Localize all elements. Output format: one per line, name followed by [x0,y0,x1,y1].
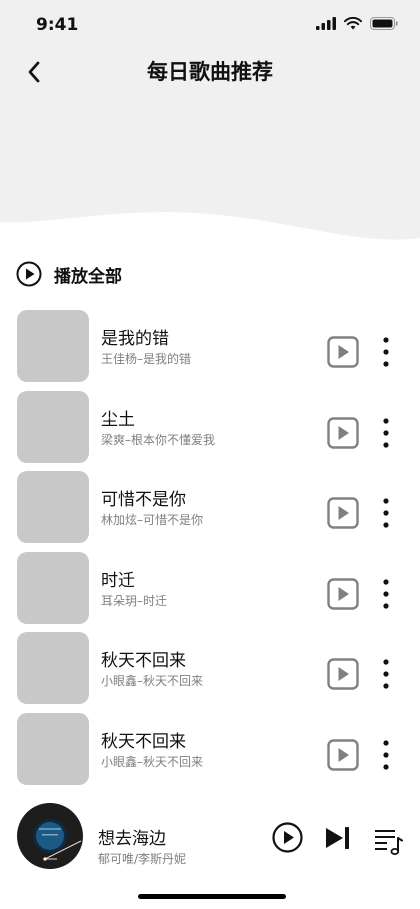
playlist-icon[interactable] [373,826,403,856]
song-row[interactable]: 可惜不是你 林加炫–可惜不是你 [0,471,420,552]
play-square-icon[interactable] [327,336,359,368]
more-vertical-icon[interactable] [378,658,394,690]
more-vertical-icon[interactable] [378,497,394,529]
player-song-title: 想去海边 [98,829,166,849]
song-row[interactable]: 是我的错 王佳杨–是我的错 [0,310,420,391]
play-square-icon[interactable] [327,658,359,691]
song-subtitle: 林加炫–可惜不是你 [101,513,204,528]
more-vertical-icon[interactable] [378,417,394,449]
song-subtitle: 小眼鑫–秋天不回来 [101,754,204,769]
mini-player[interactable]: 想去海边 郁可唯/李斯丹妮 [0,800,420,872]
song-cover [17,551,89,624]
song-cover [17,390,89,463]
song-title: 秋天不回来 [101,731,186,752]
play-square-icon[interactable] [327,497,359,529]
song-subtitle: 王佳杨–是我的错 [101,352,192,366]
song-subtitle: 小眼鑫–秋天不回来 [101,674,204,689]
album-disc[interactable] [17,803,83,869]
song-subtitle: 耳朵玥–时迁 [101,593,168,608]
play-square-icon[interactable] [327,578,359,610]
song-cover [17,632,89,705]
chevron-left-icon [28,61,40,83]
play-all-button[interactable]: 播放全部 [16,259,122,289]
play-all-label: 播放全部 [54,266,122,287]
home-indicator [138,894,286,899]
back-button[interactable] [18,56,50,88]
play-circle-icon[interactable] [272,822,303,853]
battery-icon [370,17,398,30]
song-title: 时迁 [101,570,135,591]
song-cover [17,712,89,785]
play-square-icon[interactable] [327,739,359,771]
status-time: 9:41 [36,15,79,35]
status-bar: 9:41 [0,0,420,50]
album-art [18,804,82,868]
song-title: 尘土 [101,409,135,430]
song-title: 是我的错 [101,329,169,349]
more-vertical-icon[interactable] [378,739,394,771]
song-row[interactable]: 时迁 耳朵玥–时迁 [0,551,420,633]
song-row[interactable]: 秋天不回来 小眼鑫–秋天不回来 [0,632,420,713]
more-vertical-icon[interactable] [378,336,394,368]
play-circle-icon [16,261,42,287]
song-title: 秋天不回来 [101,651,186,672]
skip-next-icon[interactable] [324,826,352,850]
cellular-signal-icon [316,17,336,30]
song-cover [17,310,89,382]
player-artist: 郁可唯/李斯丹妮 [98,852,187,866]
song-title: 可惜不是你 [101,490,186,511]
more-vertical-icon[interactable] [378,578,394,610]
play-square-icon[interactable] [327,416,359,449]
song-cover [17,471,89,544]
song-list: 是我的错 王佳杨–是我的错 尘土 梁爽–根本你不懂爱我 可惜不是你 林加炫–可惜… [0,310,420,794]
status-icons [316,17,398,30]
song-row[interactable]: 尘土 梁爽–根本你不懂爱我 [0,390,420,472]
song-subtitle: 梁爽–根本你不懂爱我 [101,432,216,447]
song-row[interactable]: 秋天不回来 小眼鑫–秋天不回来 [0,712,420,794]
wifi-icon [344,17,362,30]
